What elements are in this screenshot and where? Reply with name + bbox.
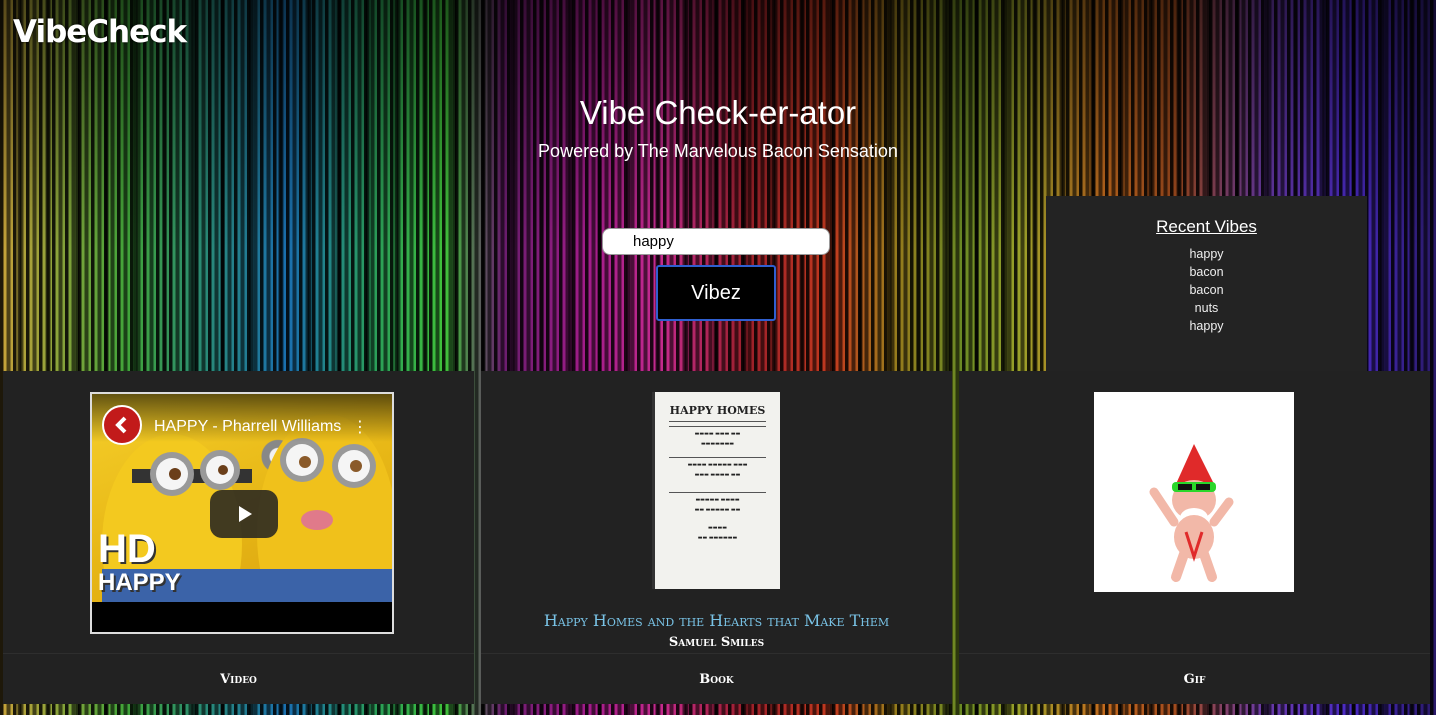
recent-vibes-list: happy bacon bacon nuts happy — [1046, 245, 1367, 335]
book-cover-title: HAPPY HOMES — [669, 404, 766, 417]
channel-logo-icon[interactable] — [102, 405, 142, 445]
recent-vibe-item[interactable]: bacon — [1046, 281, 1367, 299]
gif-card-footer: Gif — [959, 653, 1430, 704]
recent-vibe-item[interactable]: happy — [1046, 317, 1367, 335]
book-card: HAPPY HOMES ▬▬▬▬ ▬▬▬ ▬▬ ▬▬▬▬▬▬▬ ▬▬▬▬ ▬▬▬… — [481, 371, 952, 704]
recent-vibe-item[interactable]: bacon — [1046, 263, 1367, 281]
gif-card: Gif — [959, 371, 1430, 704]
page-subtitle: Powered by The Marvelous Bacon Sensation — [538, 141, 898, 161]
recent-vibes-panel: Recent Vibes happy bacon bacon nuts happ… — [1046, 196, 1367, 372]
book-title-link[interactable]: Happy Homes and the Hearts that Make The… — [481, 611, 952, 630]
play-icon — [239, 506, 252, 522]
vibecheck-logo[interactable]: VibeCheck — [13, 14, 187, 50]
gif-image[interactable] — [1094, 392, 1294, 592]
video-card-footer: Video — [3, 653, 474, 704]
recent-vibe-item[interactable]: happy — [1046, 245, 1367, 263]
book-cover-image[interactable]: HAPPY HOMES ▬▬▬▬ ▬▬▬ ▬▬ ▬▬▬▬▬▬▬ ▬▬▬▬ ▬▬▬… — [652, 392, 780, 589]
video-embed[interactable]: HAPPY - Pharrell Williams ⋮ HD HAPPY — [90, 392, 394, 634]
play-button[interactable] — [210, 490, 278, 538]
hd-label: HD — [98, 527, 156, 571]
book-card-footer: Book — [481, 653, 952, 704]
dancing-gnome-illustration — [1149, 444, 1234, 582]
kebab-menu-icon[interactable]: ⋮ — [352, 416, 368, 438]
video-title[interactable]: HAPPY - Pharrell Williams — [154, 418, 359, 436]
recent-vibe-item[interactable]: nuts — [1046, 299, 1367, 317]
vibez-button[interactable]: Vibez — [656, 265, 776, 321]
book-author: Samuel Smiles — [668, 635, 765, 650]
page-title: Vibe Check-er-ator — [579, 94, 857, 131]
recent-vibes-title: Recent Vibes — [1156, 217, 1257, 236]
video-card: HAPPY - Pharrell Williams ⋮ HD HAPPY Vid… — [3, 371, 474, 704]
video-overlay-text: HD HAPPY — [98, 529, 181, 595]
happy-label: HAPPY — [98, 569, 181, 596]
vibe-search-input[interactable] — [602, 228, 830, 255]
